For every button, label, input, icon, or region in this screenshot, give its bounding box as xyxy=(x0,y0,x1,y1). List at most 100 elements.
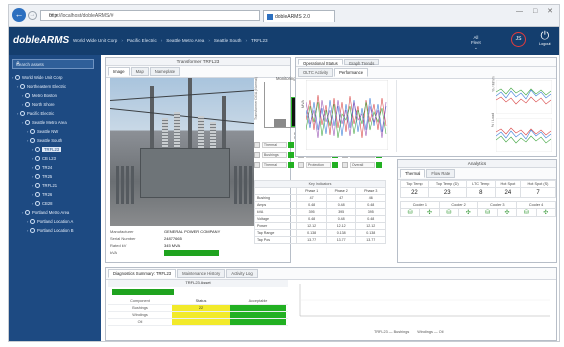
fan-cell: ⛁ xyxy=(438,208,460,217)
tab-map[interactable]: Map xyxy=(130,67,149,76)
tree-item[interactable]: › TRFL21 xyxy=(12,181,98,190)
sidebar: Search assets ⌕ › World Wide Unit Corp › No… xyxy=(9,55,101,341)
tab-diagnostics-summary:-trfl23[interactable]: Diagnostics Summary: TRFL23 xyxy=(108,269,177,278)
breadcrumb-item[interactable]: Seattle Metro Area xyxy=(166,38,204,43)
tree-item[interactable]: › TR26 xyxy=(12,190,98,199)
tree-item[interactable]: › Metro Boston xyxy=(12,91,98,100)
breadcrumb-item[interactable]: TRFL23 xyxy=(251,38,268,43)
table-cell: 0.138 xyxy=(355,229,386,237)
table-cell: 0.48 xyxy=(296,201,327,209)
tab-image[interactable]: Image xyxy=(108,67,130,76)
status-label: Overall xyxy=(349,162,376,168)
table-cell: 0.48 xyxy=(325,215,357,223)
tree-item[interactable]: › TR24 xyxy=(12,163,98,172)
window-controls[interactable]: — □ ✕ xyxy=(516,7,557,15)
node-icon xyxy=(15,75,20,81)
table-cell: 0.48 xyxy=(355,215,386,223)
mva-trend-chart xyxy=(306,80,388,150)
info-value: GENERAL POWER COMPANY xyxy=(164,229,221,234)
tab-nameplate[interactable]: Nameplate xyxy=(149,67,181,76)
tab-maintenance-history[interactable]: Maintenance History xyxy=(177,269,226,278)
temperature-value: 23 xyxy=(427,187,467,198)
tree-item[interactable]: › Seattle NW xyxy=(12,127,98,136)
browser-chrome: ← → http://localhost/dobleARMS/# ⟳ ✕ dob… xyxy=(9,5,559,27)
tree-item-label: Pacific Electric xyxy=(27,111,55,116)
breadcrumb-item[interactable]: Pacific Electric xyxy=(127,38,157,43)
node-icon xyxy=(35,147,40,153)
search-icon[interactable]: ⌕ xyxy=(16,60,91,68)
tree-item[interactable]: › Pacific Electric xyxy=(12,109,98,118)
analytics-title: Analytics xyxy=(398,160,556,168)
refresh-icon[interactable]: ⟳ ✕ xyxy=(49,13,59,19)
app-logo[interactable]: dobleARMS xyxy=(13,35,69,46)
table-header-row: Top Temp Top Temp (D) LTC Temp Hot Spot Hot … xyxy=(400,180,557,188)
table-cell: kVA xyxy=(253,208,298,216)
tab-flow-rate[interactable]: Flow Rate xyxy=(426,169,456,178)
status-cell[interactable]: Bushings xyxy=(254,152,294,158)
tree-item[interactable]: › Portland Location B xyxy=(12,226,98,235)
breadcrumb: World Wide Unit Corp › Pacific Electric › Se… xyxy=(73,38,268,43)
tab-thermal[interactable]: Thermal xyxy=(400,169,426,178)
breadcrumb-item[interactable]: Seattle South xyxy=(214,38,242,43)
tree-item-label: Portland Location B xyxy=(37,228,74,233)
monitoring-title: Monitoring xyxy=(276,76,296,81)
tree-item[interactable]: › Northeastern Electric xyxy=(12,82,98,91)
status-ok-icon xyxy=(288,152,294,158)
table-cell: 13.77 xyxy=(355,236,386,244)
tree-item[interactable]: › World Wide Unit Corp xyxy=(12,73,98,82)
tab-graph-trends[interactable]: Graph Trends xyxy=(343,59,380,66)
tab-oltc-activity[interactable]: OLTC Activity xyxy=(298,68,334,77)
status-ok-icon xyxy=(332,162,338,168)
table-cell: 12.12 xyxy=(296,222,327,230)
status-cell[interactable]: Thermal xyxy=(254,162,294,168)
table-cell: Tap Pos xyxy=(253,236,298,244)
tab-performance[interactable]: Performance xyxy=(334,68,369,77)
info-value: 345 MVA xyxy=(164,243,181,248)
table-cell: 47 xyxy=(325,194,357,202)
acceptable-cell xyxy=(230,305,286,311)
tab-activity-log[interactable]: Activity Log xyxy=(226,269,258,278)
back-arrow-icon[interactable]: ← xyxy=(12,8,26,22)
tree-item[interactable]: › Portland Location A xyxy=(12,217,98,226)
breadcrumb-item[interactable]: World Wide Unit Corp xyxy=(73,38,117,43)
table-cell: 0.48 xyxy=(296,215,327,223)
status-cell[interactable]: Overall xyxy=(342,162,382,168)
tree-item[interactable]: › Portland Metro Area xyxy=(12,208,98,217)
address-bar[interactable]: http://localhost/dobleARMS/# ⟳ ✕ xyxy=(40,10,260,21)
table-row: Power 12.12 12.12 12.12 xyxy=(253,222,386,230)
forward-arrow-icon[interactable]: → xyxy=(28,11,37,20)
search-input[interactable]: Search assets ⌕ xyxy=(12,59,94,69)
table-cell: Voltage xyxy=(253,215,298,223)
column-header: Hot Spot xyxy=(494,180,521,188)
status-ok-icon xyxy=(288,142,294,148)
table-cell: 12.12 xyxy=(355,222,386,230)
fleet-selector[interactable]: All Fleet ⌄ xyxy=(471,35,481,50)
fan-cell: ✣ xyxy=(496,208,518,217)
status-cell[interactable]: Thermal xyxy=(254,142,294,148)
tree-item[interactable]: › TR25 xyxy=(12,172,98,181)
table-cell: 13.77 xyxy=(325,236,357,244)
browser-tab[interactable]: dobleARMS 2.0 xyxy=(263,10,335,22)
table-cell: 0.48 xyxy=(355,201,386,209)
fan-cell: ⛁ xyxy=(516,208,537,217)
tree-item[interactable]: › Seattle South xyxy=(12,136,98,145)
tree-item[interactable]: › CB L23 xyxy=(12,154,98,163)
app-window: ← → http://localhost/dobleARMS/# ⟳ ✕ dob… xyxy=(8,4,560,342)
tree-item-label: TR26 xyxy=(42,192,53,197)
diagnostics-grid: Component Status Acceptable Bushings 22 Windi… xyxy=(108,298,288,326)
browser-tab-title: dobleARMS 2.0 xyxy=(275,14,311,20)
avatar[interactable]: JS xyxy=(511,32,526,47)
node-icon xyxy=(25,102,30,108)
pump-icon: ⛁ xyxy=(523,210,529,216)
tab-operational-status[interactable]: Operational Status xyxy=(298,59,343,66)
fan-icon: ✣ xyxy=(465,210,471,216)
info-row: Serial Number 24877665 xyxy=(110,235,254,242)
tree-item[interactable]: › North Shore xyxy=(12,100,98,109)
table-header-row: Cooler 1 Cooler 2 Cooler 3 Cooler 4 xyxy=(400,201,556,209)
tree-item[interactable]: › Seattle Metro Area xyxy=(12,118,98,127)
tree-item[interactable]: › CB28 xyxy=(12,199,98,208)
node-icon xyxy=(25,210,30,216)
logout-button[interactable]: ⏻ Logout xyxy=(539,31,551,47)
status-cell[interactable]: Protection xyxy=(298,162,338,168)
tree-item[interactable]: › TRFL23 xyxy=(12,145,98,154)
